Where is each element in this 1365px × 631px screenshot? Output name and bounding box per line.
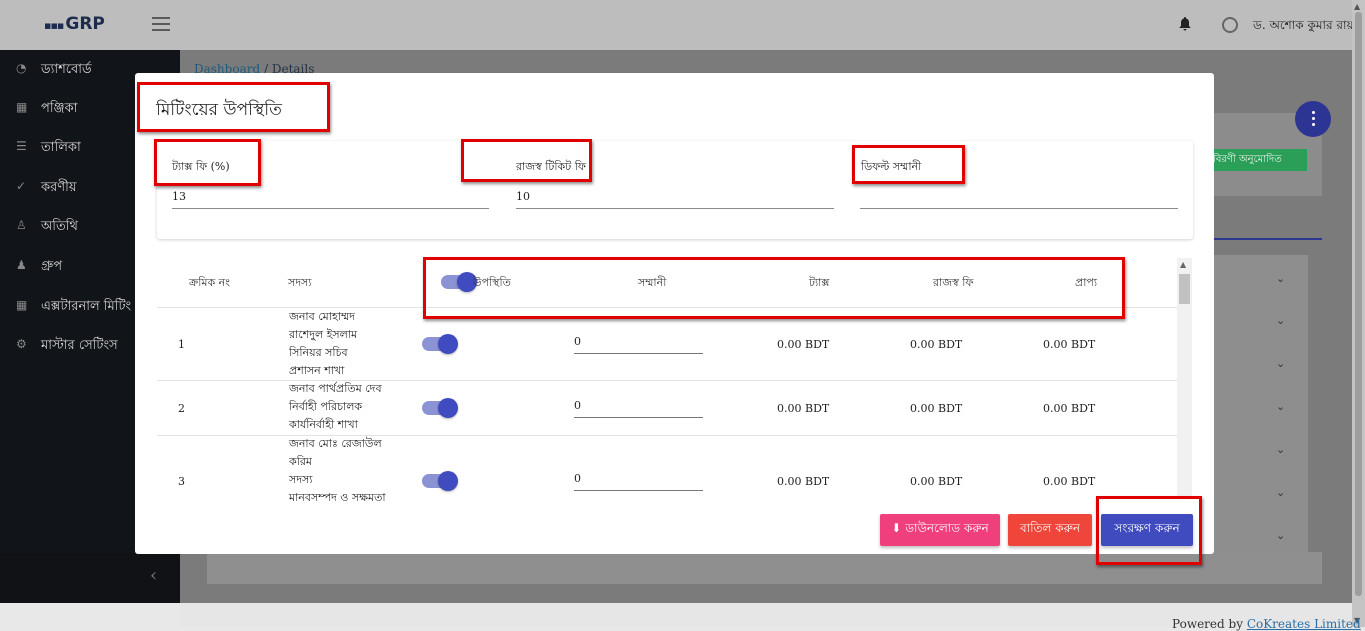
sidebar-item-label: মাস্টার সেটিংস bbox=[41, 338, 118, 353]
scroll-up-arrow-icon[interactable]: ▲ bbox=[1354, 2, 1360, 11]
member-branch: মানবসম্পদ ও সক্ষমতা bbox=[289, 491, 386, 504]
attendance-toggle[interactable] bbox=[422, 471, 458, 491]
download-button-label: ডাউনলোড করুন bbox=[905, 521, 989, 535]
attendance-toggle[interactable] bbox=[422, 334, 458, 354]
cancel-button[interactable]: বাতিল করুন bbox=[1008, 514, 1092, 546]
download-button[interactable]: ⬇ ডাউনলোড করুন bbox=[880, 514, 1000, 546]
highlight-box-tax-fee bbox=[154, 139, 261, 186]
row-tax: 0.00 BDT bbox=[777, 475, 830, 488]
honorarium-input[interactable]: 0 bbox=[574, 472, 581, 485]
sidebar-collapse-button[interactable]: ‹ bbox=[0, 553, 180, 603]
sidebar-item-label: তালিকা bbox=[41, 140, 81, 155]
row-receivable: 0.00 BDT bbox=[1043, 338, 1096, 351]
list-icon: ☰ bbox=[16, 139, 27, 153]
group-icon: ♟ bbox=[16, 258, 27, 272]
sidebar-item-label: ড্যাশবোর্ড bbox=[41, 62, 92, 77]
page-scrollbar[interactable]: ▲ ▼ bbox=[1352, 0, 1365, 627]
member-designation: সিনিয়র সচিব bbox=[289, 346, 348, 359]
gear-icon: ⚙ bbox=[16, 337, 27, 351]
highlight-box-default-honorarium bbox=[852, 145, 965, 184]
status-badge: বিরণী অনুমোদিত bbox=[1207, 149, 1307, 171]
sidebar-item-label: করণীয় bbox=[41, 180, 77, 195]
member-name-line: জনাব মোঃ রেজাউল bbox=[289, 437, 382, 450]
scroll-up-arrow-icon[interactable]: ▲ bbox=[1180, 260, 1186, 269]
row-serial: 3 bbox=[178, 475, 185, 488]
row-tax: 0.00 BDT bbox=[777, 338, 830, 351]
chevron-down-icon[interactable]: ⌄ bbox=[1276, 314, 1285, 327]
row-revenue-fee: 0.00 BDT bbox=[910, 402, 963, 415]
member-branch: প্রশাসন শাখা bbox=[289, 364, 345, 377]
member-name-line: জনাব পার্থপ্রতিম দেব bbox=[289, 382, 382, 395]
more-vert-icon bbox=[1312, 111, 1315, 114]
table-scrollbar-thumb[interactable] bbox=[1179, 274, 1190, 304]
footer-company-link[interactable]: CoKreates Limited bbox=[1247, 617, 1361, 631]
row-serial: 1 bbox=[178, 338, 185, 351]
revenue-ticket-fee-input[interactable]: 10 bbox=[516, 190, 530, 203]
row-tax: 0.00 BDT bbox=[777, 402, 830, 415]
row-member: জনাব মোঃ রেজাউল করিম সদস্য মানবসম্পদ ও স… bbox=[289, 435, 386, 507]
app-logo[interactable]: ▪▪▪ GRP bbox=[44, 14, 105, 34]
sidebar-item-label: গ্রুপ bbox=[41, 259, 63, 274]
tab-underline bbox=[1205, 238, 1322, 240]
sidebar-item-label: এক্সটারনাল মিটিং bbox=[41, 299, 132, 314]
row-member: জনাব মোহাম্মদ রাশেদুল ইসলাম সিনিয়র সচিব… bbox=[289, 308, 357, 380]
tax-fee-input[interactable]: 13 bbox=[172, 190, 186, 203]
hamburger-menu-icon[interactable] bbox=[152, 17, 170, 31]
default-honorarium-input-underline bbox=[860, 208, 1178, 209]
table-scrollbar[interactable]: ▲ bbox=[1177, 258, 1192, 498]
user-avatar-icon[interactable] bbox=[1222, 17, 1238, 33]
more-options-button[interactable] bbox=[1295, 101, 1331, 137]
chevron-left-icon: ‹ bbox=[150, 565, 158, 586]
highlight-box-title bbox=[137, 82, 330, 132]
honorarium-input[interactable]: 0 bbox=[574, 335, 581, 348]
chevron-down-icon[interactable]: ⌄ bbox=[1276, 529, 1285, 542]
row-receivable: 0.00 BDT bbox=[1043, 475, 1096, 488]
fee-fields-card bbox=[157, 141, 1193, 239]
sidebar-item-label: পঞ্জিকা bbox=[41, 101, 78, 116]
member-designation: নির্বাহী পরিচালক bbox=[289, 400, 363, 413]
highlight-box-revenue-fee bbox=[461, 139, 592, 182]
attendance-toggle[interactable] bbox=[422, 398, 458, 418]
chevron-down-icon[interactable]: ⌄ bbox=[1276, 357, 1285, 370]
revenue-ticket-fee-input-underline bbox=[516, 208, 834, 209]
chevron-down-icon[interactable]: ⌄ bbox=[1276, 272, 1285, 285]
highlight-box-table-header bbox=[423, 257, 1125, 319]
user-icon: ♙ bbox=[16, 218, 27, 232]
highlight-box-save bbox=[1096, 496, 1202, 565]
col-header-serial: ক্রমিক নং bbox=[189, 276, 230, 289]
footer-text: Powered by CoKreates Limited bbox=[1172, 617, 1361, 631]
bell-icon[interactable] bbox=[1179, 17, 1191, 31]
dashboard-icon: ◔ bbox=[16, 61, 27, 75]
honorarium-input[interactable]: 0 bbox=[574, 399, 581, 412]
member-name-line: করিম bbox=[289, 455, 313, 468]
member-designation: সদস্য bbox=[289, 473, 313, 486]
member-branch: কার্যনির্বাহী শাখা bbox=[289, 418, 358, 431]
honorarium-input-underline bbox=[574, 353, 703, 354]
member-name-line: রাশেদুল ইসলাম bbox=[289, 328, 358, 341]
download-icon: ⬇ bbox=[891, 521, 902, 535]
honorarium-input-underline bbox=[574, 417, 703, 418]
row-serial: 2 bbox=[178, 402, 185, 415]
tax-fee-input-underline bbox=[172, 208, 489, 209]
sidebar-item-label: অতিথি bbox=[41, 219, 78, 234]
user-name[interactable]: ড. অশোক কুমার রায় bbox=[1253, 17, 1354, 37]
row-revenue-fee: 0.00 BDT bbox=[910, 475, 963, 488]
honorarium-input-underline bbox=[574, 490, 703, 491]
chevron-down-icon[interactable]: ⌄ bbox=[1276, 400, 1285, 413]
member-name-line: জনাব মোহাম্মদ bbox=[289, 310, 355, 323]
background-accordion-list bbox=[1205, 255, 1308, 557]
chevron-down-icon[interactable]: ⌄ bbox=[1276, 443, 1285, 456]
row-receivable: 0.00 BDT bbox=[1043, 402, 1096, 415]
check-circle-icon: ✓ bbox=[16, 179, 27, 193]
top-bar: ▪▪▪ GRP ড. অশোক কুমার রায় bbox=[0, 0, 1354, 50]
calendar-icon: ▦ bbox=[16, 100, 28, 114]
col-header-member: সদস্য bbox=[288, 276, 312, 289]
row-member: জনাব পার্থপ্রতিম দেব নির্বাহী পরিচালক কা… bbox=[289, 380, 382, 434]
chevron-down-icon[interactable]: ⌄ bbox=[1276, 486, 1285, 499]
page-scrollbar-thumb[interactable] bbox=[1355, 12, 1362, 596]
calendar-grid-icon: ▦ bbox=[16, 298, 28, 312]
row-revenue-fee: 0.00 BDT bbox=[910, 338, 963, 351]
footer-powered-by: Powered by bbox=[1172, 617, 1243, 631]
